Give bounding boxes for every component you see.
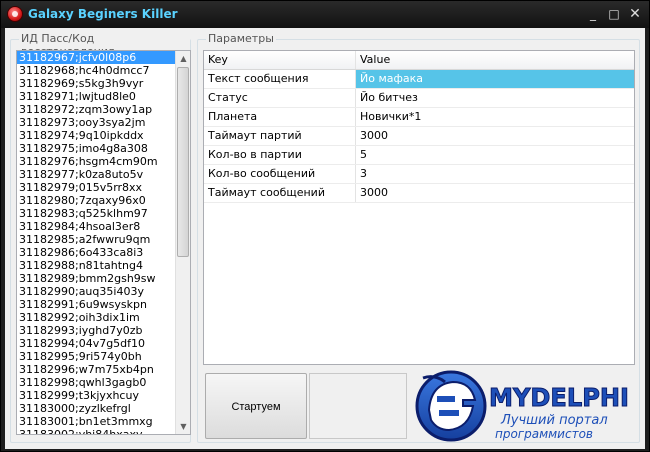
grid-cell-value[interactable]: 3000 bbox=[356, 127, 634, 145]
list-item[interactable]: 31182975;imo4g8a308 bbox=[17, 142, 176, 155]
grid-cell-key[interactable]: Статус bbox=[204, 89, 356, 107]
list-item[interactable]: 31182980;7zqaxy96x0 bbox=[17, 194, 176, 207]
grid-cell-value[interactable]: Йо битчез bbox=[356, 89, 634, 107]
grid-cell-key[interactable]: Таймаут сообщений bbox=[204, 184, 356, 202]
grid-row[interactable]: Кол-во в партии 5 bbox=[204, 146, 634, 165]
accounts-group: ИД Пасс/Код восстановления 31182967;jcfv… bbox=[10, 32, 191, 443]
grid-cell-value[interactable]: 3000 bbox=[356, 184, 634, 202]
start-button-label: Стартуем bbox=[231, 401, 281, 413]
window-title: Galaxy Beginers Killer bbox=[28, 7, 178, 21]
mydelphi-logo: MYDELPHI Лучший портал программистов bbox=[415, 370, 630, 442]
grid-cell-value[interactable]: 5 bbox=[356, 146, 634, 164]
scroll-down-arrow-icon[interactable]: ▼ bbox=[176, 419, 190, 434]
grid-cell-key[interactable]: Кол-во сообщений bbox=[204, 165, 356, 183]
list-item[interactable]: 31183002;vhi84hxaxv bbox=[17, 428, 176, 434]
grid-row[interactable]: Таймаут сообщений 3000 bbox=[204, 184, 634, 203]
start-button[interactable]: Стартуем bbox=[205, 373, 307, 439]
grid-row[interactable]: Кол-во сообщений 3 bbox=[204, 165, 634, 184]
list-item[interactable]: 31182979;015v5rr8xx bbox=[17, 181, 176, 194]
grid-cell-value[interactable]: Йо мафака bbox=[356, 70, 634, 88]
grid-row[interactable]: Планета Новички*1 bbox=[204, 108, 634, 127]
parameters-group: Параметры Key Value Текст сообщения Йо ма… bbox=[197, 32, 640, 443]
list-item[interactable]: 31182991;6u9wsyskpn bbox=[17, 298, 176, 311]
list-item[interactable]: 31183000;zyzlkefrgl bbox=[17, 402, 176, 415]
parameters-group-caption: Параметры bbox=[206, 32, 276, 45]
list-item[interactable]: 31182998;qwhl3gagb0 bbox=[17, 376, 176, 389]
list-item[interactable]: 31182974;9q10ipkddx bbox=[17, 129, 176, 142]
list-item[interactable]: 31182999;t3kjyxhcuy bbox=[17, 389, 176, 402]
blank-panel bbox=[309, 373, 407, 439]
list-item[interactable]: 31182969;s5kg3h9vyr bbox=[17, 77, 176, 90]
list-scrollbar[interactable]: ▲ ▼ bbox=[175, 51, 190, 434]
list-item[interactable]: 31182967;jcfv0l08p6 bbox=[17, 51, 176, 64]
app-window: Galaxy Beginers Killer _ □ ✕ ИД Пасс/Код… bbox=[0, 0, 650, 452]
list-item[interactable]: 31182996;w7m75xb4pn bbox=[17, 363, 176, 376]
grid-cell-key[interactable]: Планета bbox=[204, 108, 356, 126]
grid-header-value[interactable]: Value bbox=[356, 51, 634, 69]
list-item[interactable]: 31182984;4hsoal3er8 bbox=[17, 220, 176, 233]
list-item[interactable]: 31182985;a2fwwru9qm bbox=[17, 233, 176, 246]
list-item[interactable]: 31182992;oih3dix1im bbox=[17, 311, 176, 324]
list-item[interactable]: 31182989;bmm2gsh9sw bbox=[17, 272, 176, 285]
list-item[interactable]: 31182971;lwjtud8le0 bbox=[17, 90, 176, 103]
list-item[interactable]: 31182973;ooy3sya2jm bbox=[17, 116, 176, 129]
list-item[interactable]: 31183001;bn1et3mmxg bbox=[17, 415, 176, 428]
grid-cell-value[interactable]: 3 bbox=[356, 165, 634, 183]
grid-cell-key[interactable]: Кол-во в партии bbox=[204, 146, 356, 164]
grid-cell-key[interactable]: Таймаут партий bbox=[204, 127, 356, 145]
close-button[interactable]: ✕ bbox=[626, 6, 644, 22]
grid-row[interactable]: Таймаут партий 3000 bbox=[204, 127, 634, 146]
grid-header: Key Value bbox=[204, 51, 634, 70]
logo-tagline-2: программистов bbox=[495, 427, 593, 441]
grid-header-key[interactable]: Key bbox=[204, 51, 356, 69]
list-item[interactable]: 31182995;9ri574y0bh bbox=[17, 350, 176, 363]
grid-body: Текст сообщения Йо мафака Статус Йо битчез П… bbox=[204, 70, 634, 203]
app-icon bbox=[7, 6, 23, 22]
list-item[interactable]: 31182988;n81tahtng4 bbox=[17, 259, 176, 272]
grid-row[interactable]: Статус Йо битчез bbox=[204, 89, 634, 108]
grid-cell-key[interactable]: Текст сообщения bbox=[204, 70, 356, 88]
scroll-thumb[interactable] bbox=[177, 67, 189, 257]
list-item[interactable]: 31182990;auq35i403y bbox=[17, 285, 176, 298]
accounts-listbox[interactable]: 31182967;jcfv0l08p6 31182968;hc4h0dmcc7 31… bbox=[16, 50, 191, 435]
list-item[interactable]: 31182994;04v7g5df10 bbox=[17, 337, 176, 350]
title-bar[interactable]: Galaxy Beginers Killer _ □ ✕ bbox=[1, 1, 649, 28]
minimize-button[interactable]: _ bbox=[584, 6, 602, 22]
scroll-up-arrow-icon[interactable]: ▲ bbox=[176, 51, 190, 66]
list-item[interactable]: 31182976;hsgm4cm90m bbox=[17, 155, 176, 168]
grid-cell-value[interactable]: Новички*1 bbox=[356, 108, 634, 126]
list-item[interactable]: 31182977;k0za8uto5v bbox=[17, 168, 176, 181]
grid-row[interactable]: Текст сообщения Йо мафака bbox=[204, 70, 634, 89]
list-item[interactable]: 31182972;zqm3owy1ap bbox=[17, 103, 176, 116]
parameters-grid[interactable]: Key Value Текст сообщения Йо мафака Статус… bbox=[203, 50, 635, 365]
list-item[interactable]: 31182983;q525klhm97 bbox=[17, 207, 176, 220]
helmet-logo-icon bbox=[415, 370, 487, 442]
client-area: ИД Пасс/Код восстановления 31182967;jcfv… bbox=[5, 28, 645, 449]
list-item[interactable]: 31182968;hc4h0dmcc7 bbox=[17, 64, 176, 77]
list-item[interactable]: 31182993;iyghd7y0zb bbox=[17, 324, 176, 337]
accounts-list: 31182967;jcfv0l08p6 31182968;hc4h0dmcc7 31… bbox=[17, 51, 176, 434]
logo-brand-text: MYDELPHI bbox=[489, 383, 629, 412]
list-item[interactable]: 31182986;6o433ca8i3 bbox=[17, 246, 176, 259]
logo-tagline-1: Лучший портал bbox=[500, 413, 608, 428]
maximize-button[interactable]: □ bbox=[605, 6, 623, 22]
